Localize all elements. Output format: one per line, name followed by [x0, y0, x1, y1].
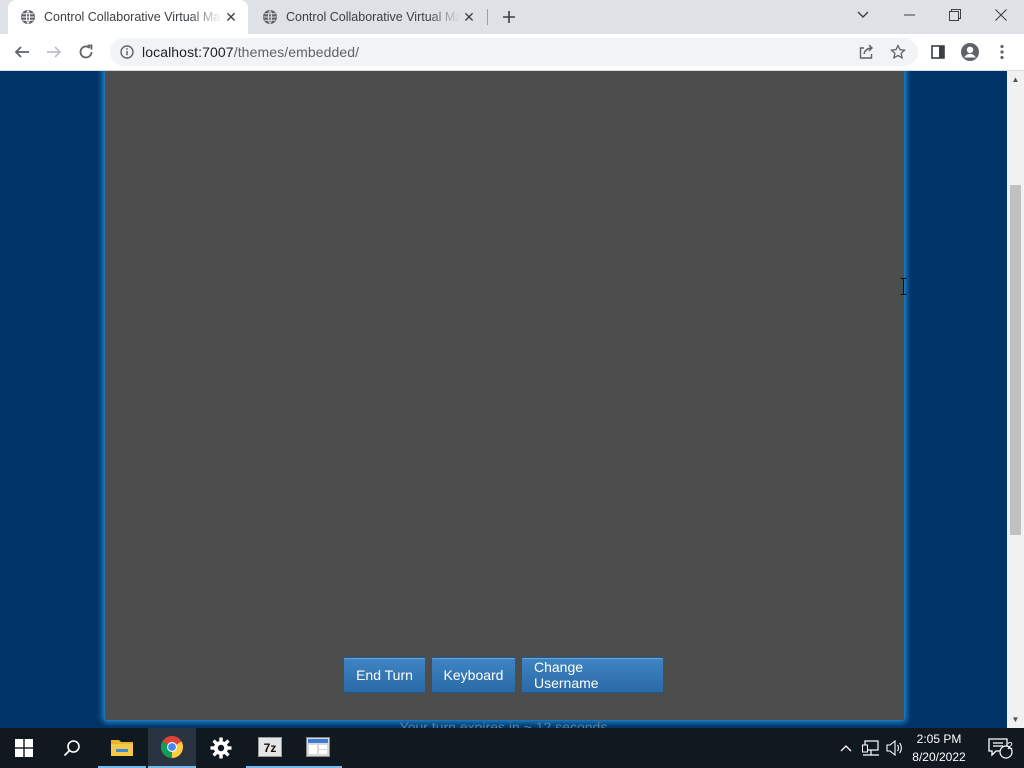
windows-taskbar: 7z 2:05 PM 8/20/2022 2 [0, 728, 1024, 768]
globe-icon [20, 9, 36, 25]
tab-active[interactable]: Control Collaborative Virtual Ma ✕ [8, 0, 248, 34]
tab-inactive[interactable]: Control Collaborative Virtual Ma ✕ [250, 0, 486, 34]
address-bar[interactable]: localhost:7007/themes/embedded/ [110, 38, 918, 66]
globe-icon [262, 9, 278, 25]
url-host: localhost:7007 [142, 44, 234, 60]
settings-icon[interactable] [197, 728, 245, 768]
page-viewport: End Turn Keyboard Change Username Your t… [0, 71, 1007, 728]
close-tab-icon[interactable]: ✕ [222, 8, 240, 26]
browser-toolbar: localhost:7007/themes/embedded/ [0, 34, 1024, 71]
clock-date: 8/20/2022 [912, 750, 966, 764]
start-icon[interactable] [0, 728, 48, 768]
end-turn-button[interactable]: End Turn [343, 657, 426, 693]
page-scrollbar[interactable]: ▲ ▼ [1007, 71, 1024, 728]
app-window-icon[interactable] [294, 728, 342, 768]
tab-search-icon[interactable] [840, 0, 886, 30]
tab-strip: Control Collaborative Virtual Ma ✕ Contr… [0, 0, 1024, 34]
site-info-icon[interactable] [119, 44, 135, 60]
bookmark-star-icon[interactable] [884, 38, 912, 66]
back-button[interactable] [8, 38, 36, 66]
tab-title: Control Collaborative Virtual Ma [44, 10, 221, 24]
turn-status-text: Your turn expires in ~ 12 seconds [399, 719, 608, 728]
minimize-button[interactable] [886, 0, 932, 30]
more-menu-icon[interactable] [988, 38, 1016, 66]
show-hidden-icons-icon[interactable] [836, 728, 856, 768]
vm-display[interactable] [104, 71, 905, 721]
restore-button[interactable] [932, 0, 978, 30]
profile-avatar-icon[interactable] [956, 38, 984, 66]
clock-time: 2:05 PM [916, 732, 962, 746]
share-icon[interactable] [852, 38, 880, 66]
keyboard-button[interactable]: Keyboard [431, 657, 516, 693]
url-text: localhost:7007/themes/embedded/ [142, 44, 359, 60]
chrome-icon[interactable] [148, 728, 196, 768]
notification-count-badge: 2 [1007, 741, 1013, 752]
network-icon[interactable] [860, 728, 882, 768]
system-clock[interactable]: 2:05 PM 8/20/2022 [906, 730, 972, 766]
7zip-icon[interactable]: 7z [246, 728, 294, 768]
text-cursor-icon [900, 278, 907, 295]
change-username-button[interactable]: Change Username [521, 657, 664, 693]
search-icon[interactable] [48, 728, 96, 768]
scroll-down-arrow-icon[interactable]: ▼ [1007, 711, 1024, 728]
side-panel-icon[interactable] [924, 38, 952, 66]
tab-separator [487, 9, 488, 25]
scroll-up-arrow-icon[interactable]: ▲ [1007, 71, 1024, 88]
url-path: /themes/embedded/ [233, 44, 360, 60]
notification-center-icon[interactable]: 2 [980, 728, 1020, 768]
new-tab-button[interactable] [498, 6, 520, 28]
volume-icon[interactable] [884, 728, 906, 768]
vm-button-bar: End Turn Keyboard Change Username [0, 657, 1007, 693]
file-explorer-icon[interactable] [98, 728, 146, 768]
close-window-button[interactable] [978, 0, 1024, 30]
reload-button[interactable] [72, 38, 100, 66]
scrollbar-thumb[interactable] [1010, 185, 1021, 535]
tab-title: Control Collaborative Virtual Ma [286, 10, 460, 24]
close-tab-icon[interactable]: ✕ [460, 8, 478, 26]
svg-text:7z: 7z [264, 741, 277, 755]
forward-button[interactable] [40, 38, 68, 66]
